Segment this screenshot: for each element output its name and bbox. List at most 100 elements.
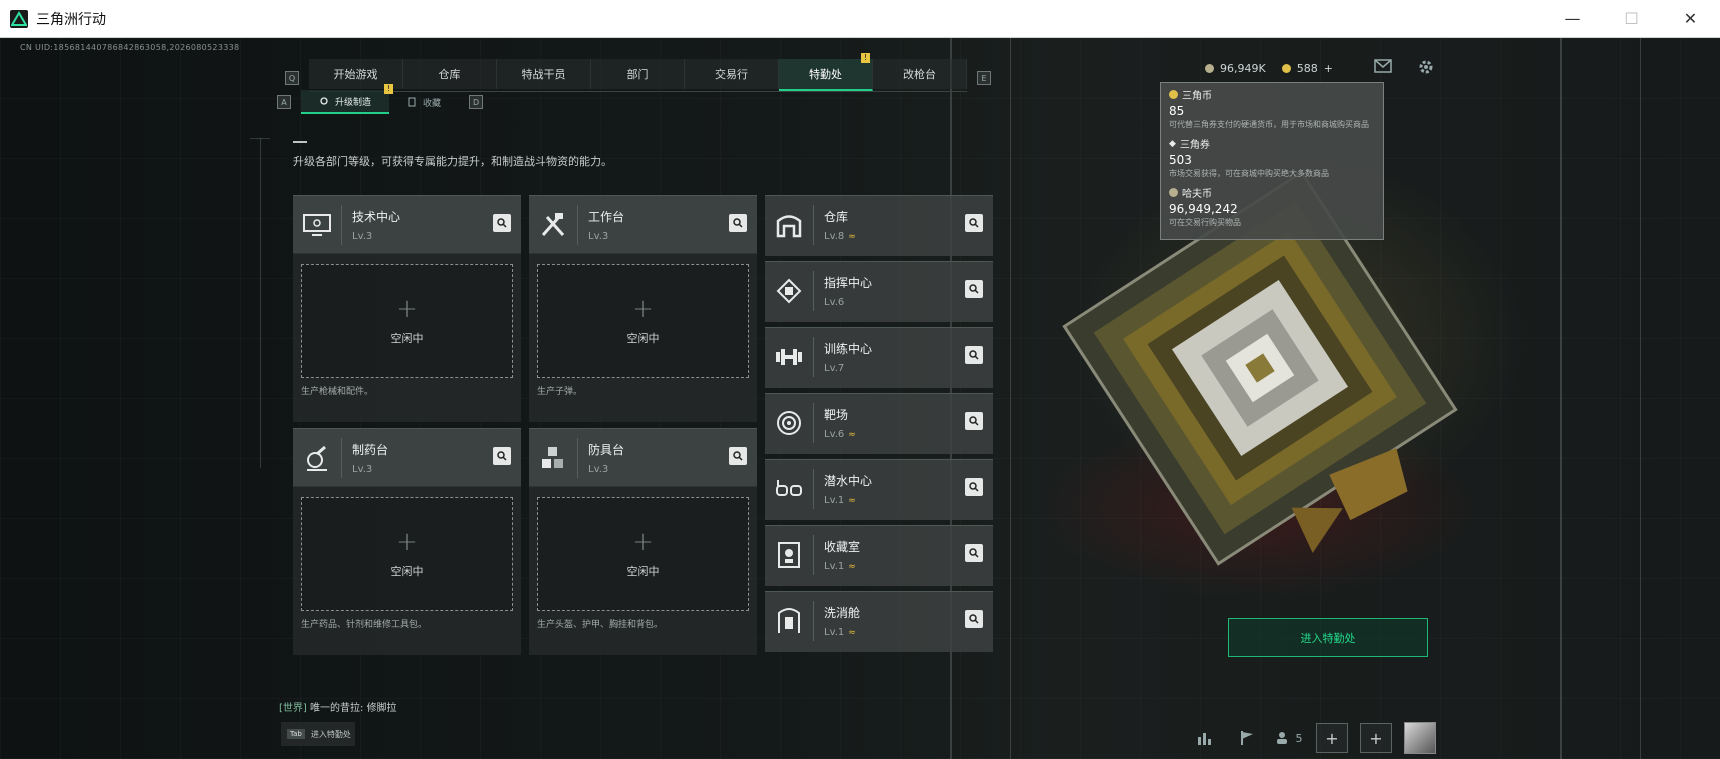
friends-button[interactable]: 5 xyxy=(1274,724,1304,752)
friends-icon xyxy=(1276,732,1287,744)
card-desc: 生产子弹。 xyxy=(537,387,583,397)
card-pharmacy[interactable]: 制药台 Lv.3 + 空闲中 生产药品、针剂和维修工具包。 xyxy=(293,428,521,655)
card-armor-bench[interactable]: 防具台 Lv.3 + 空闲中 生产头盔、护甲、胸挂和背包。 xyxy=(529,428,757,655)
craft-slot[interactable]: + 空闲中 xyxy=(537,497,749,611)
uid-label: CN UID:185681440786842863058,20260805233… xyxy=(20,43,240,52)
tab-gunsmith[interactable]: 改枪台 xyxy=(873,59,967,89)
search-icon[interactable] xyxy=(729,447,747,465)
currency-bar[interactable]: 96,949K 588 + xyxy=(1205,62,1333,75)
world-chat[interactable]: [世界] 唯一的昔拉: 修脚拉 xyxy=(279,699,397,714)
window-titlebar: 三角洲行动 — ☐ ✕ xyxy=(0,0,1720,38)
subtab-collection[interactable]: 收藏 xyxy=(389,91,459,113)
settings-gear-icon[interactable] xyxy=(1417,58,1435,76)
subnav-prev-key[interactable]: A xyxy=(277,95,291,109)
window-title: 三角洲行动 xyxy=(36,11,106,28)
close-button[interactable]: ✕ xyxy=(1661,0,1720,37)
enter-special-ops-button[interactable]: 进入特勤处 xyxy=(1228,618,1428,657)
search-icon[interactable] xyxy=(965,214,983,232)
coupon-balance: 588 xyxy=(1296,62,1318,75)
facility-diving-center[interactable]: 潜水中心 Lv.1 ≈ xyxy=(765,459,993,520)
subnav-next-key[interactable]: D xyxy=(469,95,484,109)
facility-command-center[interactable]: 指挥中心 Lv.6 xyxy=(765,261,993,322)
hafu-balance: 96,949K xyxy=(1220,62,1266,75)
card-desc: 生产头盔、护甲、胸挂和背包。 xyxy=(537,620,664,630)
card-desc: 生产药品、针剂和维修工具包。 xyxy=(301,620,428,630)
tools-icon xyxy=(529,204,578,245)
warehouse-icon xyxy=(765,205,814,245)
add-team-slot-button[interactable]: + xyxy=(1316,723,1348,753)
search-icon[interactable] xyxy=(965,412,983,430)
subtab-upgrade-craft[interactable]: 升级制造 ! xyxy=(301,84,394,114)
upgrade-icon: ≈ xyxy=(848,628,856,638)
card-title: 防具台 xyxy=(588,442,625,457)
minimize-button[interactable]: — xyxy=(1543,0,1602,37)
upgrade-icon: ≈ xyxy=(848,232,856,242)
nav-prev-key[interactable]: Q xyxy=(285,71,299,85)
plus-icon: + xyxy=(632,527,654,557)
search-icon[interactable] xyxy=(493,447,511,465)
plus-icon: + xyxy=(396,294,418,324)
facility-decon-chamber[interactable]: 洗消舱 Lv.1 ≈ xyxy=(765,591,993,652)
add-currency-button[interactable]: + xyxy=(1324,62,1333,75)
search-icon[interactable] xyxy=(965,544,983,562)
add-team-slot-button[interactable]: + xyxy=(1360,723,1392,753)
tab-departments[interactable]: 部门 xyxy=(591,59,685,89)
ticket-icon: ◆ xyxy=(1169,138,1176,149)
card-desc: 生产枪械和配件。 xyxy=(301,387,374,397)
chip-icon xyxy=(765,271,814,311)
microscope-icon xyxy=(293,437,342,478)
bottom-toolbar: 5 + + xyxy=(1190,722,1436,754)
search-icon[interactable] xyxy=(965,610,983,628)
search-icon[interactable] xyxy=(965,478,983,496)
alert-badge: ! xyxy=(384,84,394,94)
flag-icon[interactable] xyxy=(1232,724,1262,752)
craft-slot[interactable]: + 空闲中 xyxy=(301,264,513,378)
tab-hint[interactable]: Tab 进入特勤处 xyxy=(281,722,355,746)
sub-nav: A 升级制造 ! 收藏 D xyxy=(277,84,484,114)
hafu-coin-icon xyxy=(1169,188,1178,197)
facility-training-center[interactable]: 训练中心 Lv.7 xyxy=(765,327,993,388)
alert-badge: ! xyxy=(861,53,870,63)
craft-slot[interactable]: + 空闲中 xyxy=(301,497,513,611)
nav-next-key[interactable]: E xyxy=(977,71,991,85)
tab-trading[interactable]: 交易行 xyxy=(685,59,779,89)
tab-special-ops[interactable]: 特勤处! xyxy=(779,53,873,91)
dumbbell-icon xyxy=(765,337,814,377)
card-title: 制药台 xyxy=(352,442,389,457)
coupon-icon xyxy=(1281,64,1291,73)
facility-warehouse[interactable]: 仓库 Lv.8 ≈ xyxy=(765,195,993,256)
upgrade-icon: ≈ xyxy=(848,496,856,506)
mail-icon[interactable] xyxy=(1374,59,1392,73)
plus-icon: + xyxy=(632,294,654,324)
collection-icon xyxy=(408,97,416,107)
card-tech-center[interactable]: 技术中心 Lv.3 + 空闲中 生产枪械和配件。 xyxy=(293,195,521,422)
search-icon[interactable] xyxy=(965,346,983,364)
maximize-button[interactable]: ☐ xyxy=(1602,0,1661,37)
tab-warehouse[interactable]: 仓库 xyxy=(403,59,497,89)
gear-hand-icon xyxy=(320,97,328,105)
delta-logo-icon xyxy=(10,9,28,28)
stats-icon[interactable] xyxy=(1190,724,1220,752)
computer-icon xyxy=(293,204,342,245)
card-workbench[interactable]: 工作台 Lv.3 + 空闲中 生产子弹。 xyxy=(529,195,757,422)
player-avatar[interactable] xyxy=(1404,722,1436,754)
card-title: 技术中心 xyxy=(352,209,401,224)
craft-slot[interactable]: + 空闲中 xyxy=(537,264,749,378)
card-level: Lv.3 xyxy=(352,463,373,475)
card-title: 工作台 xyxy=(588,209,625,224)
facility-collection-room[interactable]: 收藏室 Lv.1 ≈ xyxy=(765,525,993,586)
tab-operators[interactable]: 特战干员 xyxy=(497,59,591,89)
shower-icon xyxy=(765,601,814,641)
facility-shooting-range[interactable]: 靶场 Lv.6 ≈ xyxy=(765,393,993,454)
search-icon[interactable] xyxy=(965,280,983,298)
intro-text: 升级各部门等级，可获得专属能力提升，和制造战斗物资的能力。 xyxy=(293,155,612,168)
search-icon[interactable] xyxy=(729,214,747,232)
trophy-icon xyxy=(765,535,814,575)
delta-coin-icon xyxy=(1169,90,1178,99)
blocks-icon xyxy=(529,437,578,478)
search-icon[interactable] xyxy=(493,214,511,232)
currency-tooltip: 三角币 85 可代替三角券支付的硬通货币，用于市场和商城购买商品 ◆ 三角券 50… xyxy=(1160,82,1384,240)
card-level: Lv.3 xyxy=(588,463,609,475)
upgrade-icon: ≈ xyxy=(848,430,856,440)
goggles-icon xyxy=(765,469,814,509)
